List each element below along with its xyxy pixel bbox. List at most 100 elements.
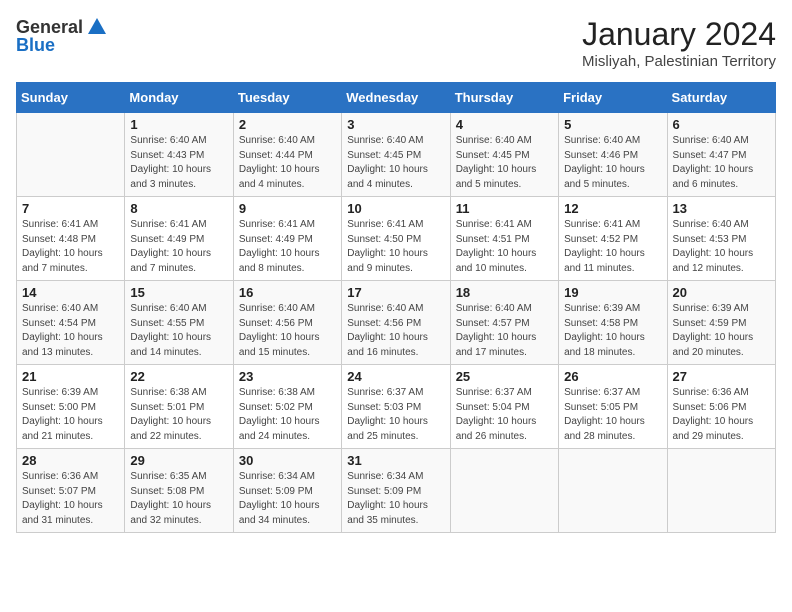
column-header-thursday: Thursday	[450, 83, 558, 113]
day-number: 5	[564, 117, 661, 132]
calendar-cell: 6Sunrise: 6:40 AM Sunset: 4:47 PM Daylig…	[667, 113, 775, 197]
calendar-cell	[559, 449, 667, 533]
page-header: General Blue January 2024 Misliyah, Pale…	[16, 16, 776, 70]
day-info: Sunrise: 6:34 AM Sunset: 5:09 PM Dayligh…	[239, 470, 336, 528]
day-number: 30	[239, 453, 336, 468]
day-number: 1	[130, 117, 227, 132]
day-number: 29	[130, 453, 227, 468]
day-info: Sunrise: 6:40 AM Sunset: 4:45 PM Dayligh…	[347, 134, 444, 192]
calendar-cell: 2 Sunrise: 6:40 AM Sunset: 4:44 PM Daylig…	[233, 113, 341, 197]
logo-blue-text: Blue	[16, 35, 55, 55]
calendar-cell: 30 Sunrise: 6:34 AM Sunset: 5:09 PM Dayli…	[233, 449, 341, 533]
calendar-cell: 10Sunrise: 6:41 AM Sunset: 4:50 PM Dayli…	[342, 197, 450, 281]
calendar-cell: 14 Sunrise: 6:40 AM Sunset: 4:54 PM Dayli…	[17, 281, 125, 365]
calendar-cell: 17Sunrise: 6:40 AM Sunset: 4:56 PM Dayli…	[342, 281, 450, 365]
day-number: 18	[456, 285, 553, 300]
day-info: Sunrise: 6:38 AM Sunset: 5:01 PM Dayligh…	[130, 386, 227, 444]
day-info: Sunrise: 6:41 AM Sunset: 4:51 PM Dayligh…	[456, 218, 553, 276]
calendar-cell: 21 Sunrise: 6:39 AM Sunset: 5:00 PM Dayli…	[17, 365, 125, 449]
day-info: Sunrise: 6:34 AM Sunset: 5:09 PM Dayligh…	[347, 470, 444, 528]
day-info: Sunrise: 6:41 AM Sunset: 4:50 PM Dayligh…	[347, 218, 444, 276]
calendar-cell: 9Sunrise: 6:41 AM Sunset: 4:49 PM Daylig…	[233, 197, 341, 281]
calendar-cell: 18 Sunrise: 6:40 AM Sunset: 4:57 PM Dayli…	[450, 281, 558, 365]
logo: General Blue	[16, 16, 108, 56]
calendar-cell	[450, 449, 558, 533]
day-number: 4	[456, 117, 553, 132]
day-info: Sunrise: 6:40 AM Sunset: 4:54 PM Dayligh…	[22, 302, 119, 360]
day-number: 31	[347, 453, 444, 468]
day-number: 2	[239, 117, 336, 132]
calendar-cell: 3 Sunrise: 6:40 AM Sunset: 4:45 PM Daylig…	[342, 113, 450, 197]
day-number: 26	[564, 369, 661, 384]
day-info: Sunrise: 6:37 AM Sunset: 5:03 PM Dayligh…	[347, 386, 444, 444]
calendar-cell: 16Sunrise: 6:40 AM Sunset: 4:56 PM Dayli…	[233, 281, 341, 365]
day-number: 6	[673, 117, 770, 132]
day-number: 19	[564, 285, 661, 300]
day-number: 3	[347, 117, 444, 132]
calendar-cell: 28 Sunrise: 6:36 AM Sunset: 5:07 PM Dayli…	[17, 449, 125, 533]
calendar-week-row: 7 Sunrise: 6:41 AM Sunset: 4:48 PM Daylig…	[17, 197, 776, 281]
day-number: 9	[239, 201, 336, 216]
day-number: 27	[673, 369, 770, 384]
day-info: Sunrise: 6:35 AM Sunset: 5:08 PM Dayligh…	[130, 470, 227, 528]
day-info: Sunrise: 6:39 AM Sunset: 5:00 PM Dayligh…	[22, 386, 119, 444]
day-number: 7	[22, 201, 119, 216]
day-number: 12	[564, 201, 661, 216]
calendar-cell: 23 Sunrise: 6:38 AM Sunset: 5:02 PM Dayli…	[233, 365, 341, 449]
calendar-week-row: 1 Sunrise: 6:40 AM Sunset: 4:43 PM Daylig…	[17, 113, 776, 197]
day-number: 25	[456, 369, 553, 384]
day-info: Sunrise: 6:40 AM Sunset: 4:56 PM Dayligh…	[239, 302, 336, 360]
column-header-sunday: Sunday	[17, 83, 125, 113]
column-header-saturday: Saturday	[667, 83, 775, 113]
calendar-week-row: 28 Sunrise: 6:36 AM Sunset: 5:07 PM Dayli…	[17, 449, 776, 533]
day-info: Sunrise: 6:38 AM Sunset: 5:02 PM Dayligh…	[239, 386, 336, 444]
calendar-cell: 1 Sunrise: 6:40 AM Sunset: 4:43 PM Daylig…	[125, 113, 233, 197]
day-info: Sunrise: 6:39 AM Sunset: 4:59 PM Dayligh…	[673, 302, 770, 360]
calendar-cell: 19 Sunrise: 6:39 AM Sunset: 4:58 PM Dayli…	[559, 281, 667, 365]
day-info: Sunrise: 6:40 AM Sunset: 4:45 PM Dayligh…	[456, 134, 553, 192]
day-info: Sunrise: 6:37 AM Sunset: 5:04 PM Dayligh…	[456, 386, 553, 444]
calendar-cell: 22 Sunrise: 6:38 AM Sunset: 5:01 PM Dayli…	[125, 365, 233, 449]
column-header-wednesday: Wednesday	[342, 83, 450, 113]
calendar-cell: 24Sunrise: 6:37 AM Sunset: 5:03 PM Dayli…	[342, 365, 450, 449]
day-number: 21	[22, 369, 119, 384]
day-info: Sunrise: 6:41 AM Sunset: 4:52 PM Dayligh…	[564, 218, 661, 276]
title-block: January 2024 Misliyah, Palestinian Terri…	[582, 16, 776, 70]
day-info: Sunrise: 6:41 AM Sunset: 4:48 PM Dayligh…	[22, 218, 119, 276]
day-info: Sunrise: 6:37 AM Sunset: 5:05 PM Dayligh…	[564, 386, 661, 444]
calendar-cell: 8 Sunrise: 6:41 AM Sunset: 4:49 PM Daylig…	[125, 197, 233, 281]
day-number: 23	[239, 369, 336, 384]
column-header-tuesday: Tuesday	[233, 83, 341, 113]
day-info: Sunrise: 6:40 AM Sunset: 4:43 PM Dayligh…	[130, 134, 227, 192]
day-info: Sunrise: 6:40 AM Sunset: 4:53 PM Dayligh…	[673, 218, 770, 276]
calendar-cell: 7 Sunrise: 6:41 AM Sunset: 4:48 PM Daylig…	[17, 197, 125, 281]
calendar-week-row: 14 Sunrise: 6:40 AM Sunset: 4:54 PM Dayli…	[17, 281, 776, 365]
day-info: Sunrise: 6:40 AM Sunset: 4:55 PM Dayligh…	[130, 302, 227, 360]
calendar-cell	[667, 449, 775, 533]
location: Misliyah, Palestinian Territory	[582, 53, 776, 70]
calendar-table: SundayMondayTuesdayWednesdayThursdayFrid…	[16, 82, 776, 533]
day-info: Sunrise: 6:41 AM Sunset: 4:49 PM Dayligh…	[130, 218, 227, 276]
day-number: 11	[456, 201, 553, 216]
calendar-cell: 12 Sunrise: 6:41 AM Sunset: 4:52 PM Dayli…	[559, 197, 667, 281]
calendar-cell: 11 Sunrise: 6:41 AM Sunset: 4:51 PM Dayli…	[450, 197, 558, 281]
logo-icon	[86, 16, 108, 38]
day-number: 14	[22, 285, 119, 300]
day-number: 8	[130, 201, 227, 216]
day-info: Sunrise: 6:39 AM Sunset: 4:58 PM Dayligh…	[564, 302, 661, 360]
calendar-cell: 31 Sunrise: 6:34 AM Sunset: 5:09 PM Dayli…	[342, 449, 450, 533]
calendar-week-row: 21 Sunrise: 6:39 AM Sunset: 5:00 PM Dayli…	[17, 365, 776, 449]
calendar-cell: 15Sunrise: 6:40 AM Sunset: 4:55 PM Dayli…	[125, 281, 233, 365]
calendar-cell: 25 Sunrise: 6:37 AM Sunset: 5:04 PM Dayli…	[450, 365, 558, 449]
calendar-header-row: SundayMondayTuesdayWednesdayThursdayFrid…	[17, 83, 776, 113]
month-title: January 2024	[582, 16, 776, 53]
day-info: Sunrise: 6:40 AM Sunset: 4:57 PM Dayligh…	[456, 302, 553, 360]
calendar-cell: 13 Sunrise: 6:40 AM Sunset: 4:53 PM Dayli…	[667, 197, 775, 281]
day-info: Sunrise: 6:36 AM Sunset: 5:07 PM Dayligh…	[22, 470, 119, 528]
column-header-friday: Friday	[559, 83, 667, 113]
day-info: Sunrise: 6:40 AM Sunset: 4:44 PM Dayligh…	[239, 134, 336, 192]
day-number: 13	[673, 201, 770, 216]
day-info: Sunrise: 6:40 AM Sunset: 4:46 PM Dayligh…	[564, 134, 661, 192]
day-number: 28	[22, 453, 119, 468]
day-number: 22	[130, 369, 227, 384]
